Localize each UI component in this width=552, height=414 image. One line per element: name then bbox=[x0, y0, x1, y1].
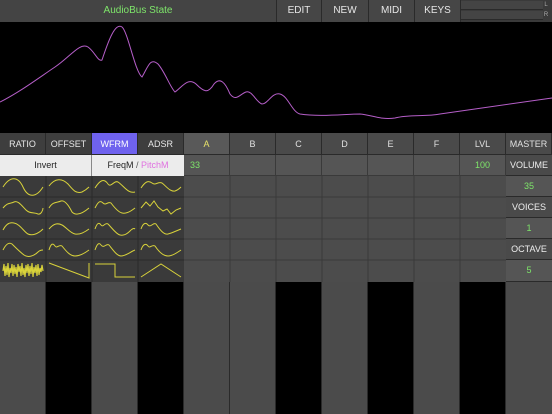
master-header: MASTER bbox=[506, 133, 552, 155]
piano-key[interactable] bbox=[460, 282, 506, 414]
column-e-value-cell[interactable] bbox=[368, 155, 414, 176]
sine-wave-icon[interactable] bbox=[2, 178, 44, 196]
harmonic-wave-icon[interactable] bbox=[94, 201, 136, 214]
piano-key[interactable] bbox=[276, 282, 322, 414]
wave-arch-icon[interactable] bbox=[48, 223, 90, 235]
voices-value[interactable]: 1 bbox=[506, 218, 552, 239]
parameter-grid bbox=[184, 176, 506, 282]
piano-key[interactable] bbox=[184, 282, 230, 414]
column-a-header[interactable]: A bbox=[184, 133, 230, 155]
column-f-value-cell[interactable] bbox=[414, 155, 460, 176]
column-e-header[interactable]: E bbox=[368, 133, 414, 155]
tab-offset[interactable]: OFFSET bbox=[46, 133, 92, 155]
noise-wave-icon[interactable] bbox=[2, 262, 44, 278]
bell-wave-icon[interactable] bbox=[140, 243, 182, 257]
arch-wave-icon[interactable] bbox=[2, 222, 44, 236]
sine-bump-wave-icon[interactable] bbox=[48, 179, 90, 193]
volume-value[interactable]: 35 bbox=[506, 176, 552, 197]
mod-separator: / bbox=[135, 160, 139, 170]
zigzag-wave-icon[interactable] bbox=[140, 200, 182, 215]
column-b-value-cell[interactable] bbox=[230, 155, 276, 176]
bumpy-wave-icon[interactable] bbox=[2, 201, 44, 215]
ripple-wave-icon[interactable] bbox=[140, 181, 182, 192]
piano-key[interactable] bbox=[230, 282, 276, 414]
pulse-harmonic-wave-icon[interactable] bbox=[140, 222, 182, 235]
buzz-wave-icon[interactable] bbox=[48, 243, 90, 257]
meter-bar-right bbox=[461, 11, 543, 20]
pitchm-option[interactable]: PitchM bbox=[141, 160, 169, 170]
column-f-header[interactable]: F bbox=[414, 133, 460, 155]
column-a-value: 33 bbox=[190, 160, 201, 170]
tab-ratio[interactable]: RATIO bbox=[0, 133, 46, 155]
square-wave-icon[interactable] bbox=[95, 263, 135, 278]
app-state-title: AudioBus State bbox=[103, 5, 173, 16]
lvl-header: LVL bbox=[460, 133, 506, 155]
piano-key[interactable] bbox=[0, 282, 46, 414]
midi-button[interactable]: MIDI bbox=[368, 0, 414, 22]
column-d-value-cell[interactable] bbox=[322, 155, 368, 176]
meter-label-left: L bbox=[544, 2, 548, 8]
piano-key[interactable] bbox=[138, 282, 184, 414]
organ-wave-icon[interactable] bbox=[94, 222, 136, 236]
piano-key[interactable] bbox=[92, 282, 138, 414]
keys-button[interactable]: KEYS bbox=[414, 0, 460, 22]
parameter-grid-svg bbox=[184, 176, 506, 282]
waveform-grid-svg bbox=[0, 176, 184, 282]
new-button[interactable]: NEW bbox=[321, 0, 368, 22]
piano-key[interactable] bbox=[46, 282, 92, 414]
lvl-value[interactable]: 100 bbox=[460, 155, 506, 176]
octave-label: OCTAVE bbox=[506, 239, 552, 260]
volume-label: VOLUME bbox=[506, 155, 552, 176]
column-a-value-cell[interactable]: 33 bbox=[184, 155, 230, 176]
wobble-wave-icon[interactable] bbox=[48, 200, 90, 215]
waveform-curve bbox=[0, 25, 552, 119]
column-b-header[interactable]: B bbox=[230, 133, 276, 155]
piano-key[interactable] bbox=[506, 282, 552, 414]
meter-bar-left bbox=[461, 1, 543, 10]
column-d-header[interactable]: D bbox=[322, 133, 368, 155]
meter-label-right: R bbox=[543, 12, 549, 18]
column-c-header[interactable]: C bbox=[276, 133, 322, 155]
edit-button[interactable]: EDIT bbox=[276, 0, 321, 22]
waveform-selector bbox=[0, 176, 184, 282]
freqm-option[interactable]: FreqM bbox=[107, 160, 133, 170]
piano-key[interactable] bbox=[322, 282, 368, 414]
waveform-curve-svg bbox=[0, 25, 552, 119]
voices-label: VOICES bbox=[506, 197, 552, 218]
triangle-wave-icon[interactable] bbox=[140, 263, 182, 278]
invert-button[interactable]: Invert bbox=[0, 155, 92, 176]
piano-key[interactable] bbox=[368, 282, 414, 414]
dual-peak-wave-icon[interactable] bbox=[94, 180, 136, 193]
tab-adsr[interactable]: ADSR bbox=[138, 133, 184, 155]
octave-value[interactable]: 5 bbox=[506, 260, 552, 282]
trumpet-wave-icon[interactable] bbox=[2, 242, 44, 257]
waveform-display bbox=[0, 22, 552, 133]
column-c-value-cell[interactable] bbox=[276, 155, 322, 176]
reed-wave-icon[interactable] bbox=[94, 243, 136, 257]
saw-wave-icon[interactable] bbox=[48, 262, 90, 279]
tab-wfrm[interactable]: WFRM bbox=[92, 133, 138, 155]
modulation-mode-toggle[interactable]: FreqM / PitchM bbox=[92, 155, 184, 176]
piano-key[interactable] bbox=[414, 282, 460, 414]
level-meter: L R bbox=[460, 0, 552, 22]
